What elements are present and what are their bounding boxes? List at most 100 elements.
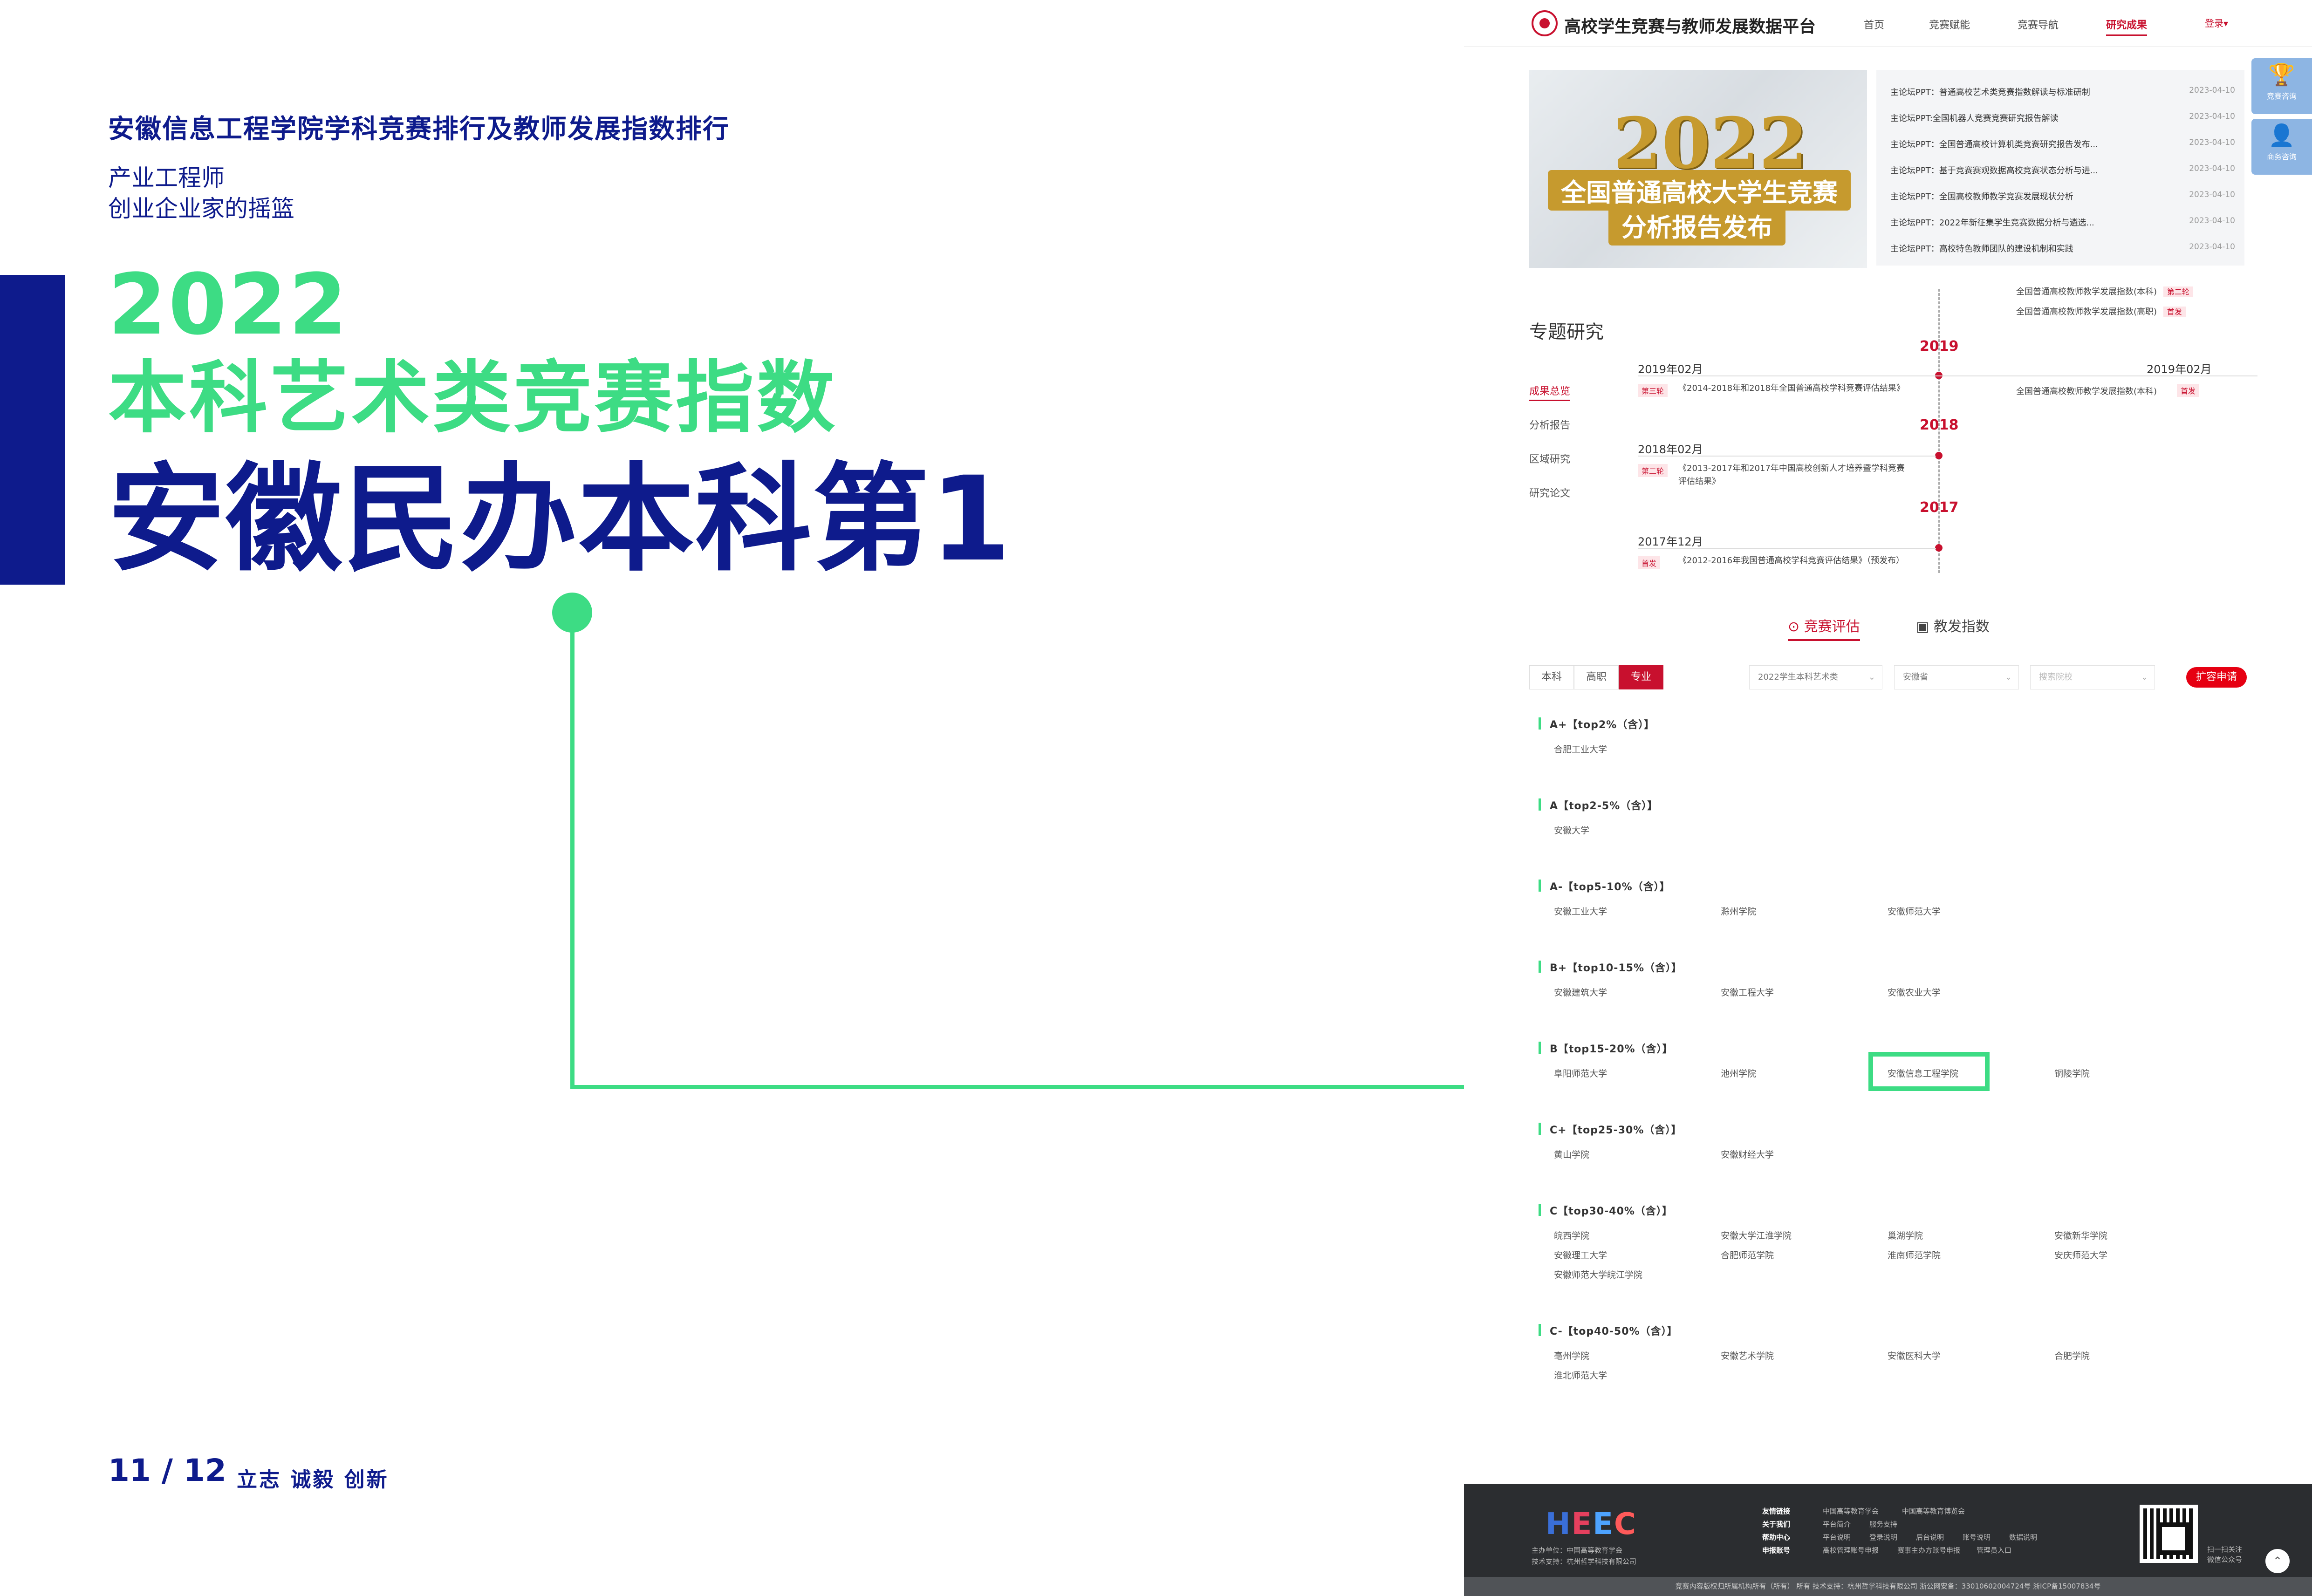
timeline-top-item[interactable]: 全国普通高校教师教学发展指数(本科) 第二轮 [2016, 285, 2193, 297]
tab-teacher-index[interactable]: ▣ 教发指数 [1916, 615, 1990, 635]
site-title[interactable]: 高校学生竞赛与教师发展数据平台 [1564, 13, 1816, 37]
news-date: 2023-04-10 [2189, 138, 2235, 147]
headline-year: 2022 [108, 256, 349, 354]
timeline-entry-text[interactable]: 《2012-2016年我国普通高校学科竞赛评估结果》（预发布） [1678, 554, 1939, 567]
float-button-competition[interactable]: 🏆 竞赛咨询 [2251, 58, 2312, 114]
eval-icon: ⊙ [1788, 619, 1804, 635]
school-name[interactable]: 池州学院 [1721, 1067, 1756, 1079]
school-name[interactable]: 合肥工业大学 [1554, 743, 1607, 755]
news-item[interactable]: 主论坛PPT：全国普通高校计算机类竞赛研究报告发布... 2023-04-10 [1890, 130, 2235, 156]
footer-about-label: 关于我们 [1762, 1520, 1791, 1528]
footer-link[interactable]: 账号说明 [1963, 1532, 1991, 1542]
qr-code [2140, 1505, 2198, 1563]
school-name[interactable]: 安徽工程大学 [1721, 986, 1774, 998]
school-name[interactable]: 铜陵学院 [2054, 1067, 2090, 1079]
school-name[interactable]: 安徽师范大学皖江学院 [1554, 1268, 1642, 1281]
news-title: 主论坛PPT：高校特色教师团队的建设机制和实践 [1890, 244, 2073, 254]
footer-link[interactable]: 赛事主办方账号申报 [1897, 1545, 1960, 1555]
timeline-top-item[interactable]: 全国普通高校教师教学发展指数(高职) 首发 [2016, 305, 2186, 317]
school-name[interactable]: 黄山学院 [1554, 1148, 1589, 1160]
school-name[interactable]: 安徽建筑大学 [1554, 986, 1607, 998]
timeline-badge: 第二轮 [1638, 464, 1668, 477]
tab-label: 教发指数 [1933, 619, 1990, 635]
school-name[interactable]: 安徽大学 [1554, 824, 1589, 836]
school-name[interactable]: 安徽大学江淮学院 [1721, 1229, 1792, 1241]
school-name[interactable]: 淮南师范学院 [1888, 1248, 1941, 1261]
school-name[interactable]: 淮北师范大学 [1554, 1369, 1607, 1381]
topic-menu-overview[interactable]: 成果总览 [1529, 383, 1571, 401]
slide-canvas: 安徽信息工程学院学科竞赛排行及教师发展指数排行 产业工程师 创业企业家的摇篮 2… [0, 0, 2312, 1596]
timeline-entry-text[interactable]: 《2013-2017年和2017年中国高校创新人才培养暨学科竞赛评估结果》 [1678, 462, 1911, 488]
school-name[interactable]: 安徽农业大学 [1888, 986, 1941, 998]
school-name[interactable]: 亳州学院 [1554, 1349, 1589, 1362]
nav-item-home[interactable]: 首页 [1864, 17, 1884, 32]
nav-item-research[interactable]: 研究成果 [2106, 17, 2148, 36]
segment-undergrad[interactable]: 本科 [1529, 665, 1574, 689]
segment-major[interactable]: 专业 [1619, 665, 1663, 689]
topic-menu-reports[interactable]: 分析报告 [1529, 417, 1570, 432]
footer-link[interactable]: 中国高等教育博览会 [1902, 1506, 1965, 1516]
school-name[interactable]: 阜阳师范大学 [1554, 1067, 1607, 1079]
footer-link[interactable]: 管理员入口 [1977, 1545, 2011, 1555]
news-title: 主论坛PPT：2022年新征集学生竞赛数据分析与遴选... [1890, 218, 2094, 228]
segment-vocational[interactable]: 高职 [1574, 665, 1619, 689]
select-category[interactable]: 2022学生本科艺术类 ⌄ [1749, 665, 1882, 689]
news-item[interactable]: 主论坛PPT：全国高校教师教学竞赛发展现状分析 2023-04-10 [1890, 182, 2235, 208]
float-button-business[interactable]: 👤 商务咨询 [2251, 119, 2312, 175]
chevron-down-icon: ⌄ [2004, 672, 2012, 682]
news-item[interactable]: 主论坛PPT：普通高校艺术类竞赛指数解读与标准研制 2023-04-10 [1890, 77, 2235, 103]
topic-menu-regional[interactable]: 区域研究 [1529, 451, 1570, 466]
rank-group-header: C【top30-40%（含）】 [1539, 1203, 1673, 1218]
news-item[interactable]: 主论坛PPT：高校特色教师团队的建设机制和实践 2023-04-10 [1890, 234, 2235, 260]
footer-apply-label: 申报账号 [1762, 1546, 1791, 1555]
timeline-year: 2018 [1920, 417, 1959, 433]
banner-line-1: 全国普通高校大学生竞赛 [1548, 170, 1851, 211]
school-name[interactable]: 安徽艺术学院 [1721, 1349, 1774, 1362]
school-name[interactable]: 滁州学院 [1721, 905, 1756, 917]
slide-header-title: 安徽信息工程学院学科竞赛排行及教师发展指数排行 [108, 114, 730, 144]
footer-link[interactable]: 服务支持 [1869, 1519, 1897, 1529]
news-item[interactable]: 主论坛PPT：2022年新征集学生竞赛数据分析与遴选... 2023-04-10 [1890, 208, 2235, 234]
footer-link[interactable]: 高校管理账号申报 [1823, 1545, 1879, 1555]
rank-group-header: A+【top2%（含）】 [1539, 716, 1655, 731]
qr-label: 微信公众号 [2207, 1555, 2243, 1564]
back-to-top-icon[interactable]: ⌃ [2265, 1549, 2290, 1573]
news-item[interactable]: 主论坛PPT:全国机器人竞赛竞赛研究报告解读 2023-04-10 [1890, 103, 2235, 130]
footer-link[interactable]: 平台简介 [1823, 1519, 1851, 1529]
school-name[interactable]: 安徽医科大学 [1888, 1349, 1941, 1362]
school-name[interactable]: 安徽工业大学 [1554, 905, 1607, 917]
footer-link[interactable]: 登录说明 [1869, 1532, 1897, 1542]
school-name[interactable]: 安徽新华学院 [2054, 1229, 2107, 1241]
school-name[interactable]: 合肥学院 [2054, 1349, 2090, 1362]
select-province[interactable]: 安徽省 ⌄ [1894, 665, 2019, 689]
tab-competition-eval[interactable]: ⊙ 竞赛评估 [1788, 615, 1860, 641]
footer-link[interactable]: 数据说明 [2009, 1532, 2037, 1542]
logo-letter: E [1593, 1507, 1614, 1541]
school-name[interactable]: 安庆师范大学 [2054, 1248, 2107, 1261]
report-banner[interactable]: 2022 全国普通高校大学生竞赛 分析报告发布 [1529, 70, 1867, 268]
school-name[interactable]: 安徽理工大学 [1554, 1248, 1607, 1261]
school-name[interactable]: 安徽师范大学 [1888, 905, 1941, 917]
news-date: 2023-04-10 [2189, 86, 2235, 95]
timeline-right-text[interactable]: 全国普通高校教师教学发展指数(本科) [2016, 385, 2157, 397]
footer-link[interactable]: 后台说明 [1916, 1532, 1944, 1542]
school-name[interactable]: 合肥师范学院 [1721, 1248, 1774, 1261]
topic-menu-papers[interactable]: 研究论文 [1529, 485, 1570, 500]
footer-link[interactable]: 平台说明 [1823, 1532, 1851, 1542]
news-item[interactable]: 主论坛PPT：基于竞赛赛观数据高校竞赛状态分析与进... 2023-04-10 [1890, 156, 2235, 182]
select-school[interactable]: 搜索院校 ⌄ [2030, 665, 2155, 689]
apply-button[interactable]: 扩容申请 [2186, 667, 2247, 688]
school-name[interactable]: 皖西学院 [1554, 1229, 1589, 1241]
school-name[interactable]: 安徽财经大学 [1721, 1148, 1774, 1160]
nav-item-empower[interactable]: 竞赛赋能 [1929, 17, 1970, 32]
login-link[interactable]: 登录▾ [2205, 16, 2228, 29]
page-number: 11 / 12 [108, 1453, 226, 1488]
school-name[interactable]: 巢湖学院 [1888, 1229, 1923, 1241]
user-icon: 👤 [2268, 123, 2295, 148]
site-logo-icon[interactable] [1532, 10, 1558, 36]
timeline-top-text: 全国普通高校教师教学发展指数(本科) [2016, 287, 2157, 297]
footer-link[interactable]: 中国高等教育学会 [1823, 1506, 1879, 1516]
connector-dot [552, 593, 592, 633]
timeline-entry-text[interactable]: 《2014-2018年和2018年全国普通高校学科竞赛评估结果》 [1678, 382, 1939, 395]
nav-item-navigation[interactable]: 竞赛导航 [2018, 17, 2059, 32]
